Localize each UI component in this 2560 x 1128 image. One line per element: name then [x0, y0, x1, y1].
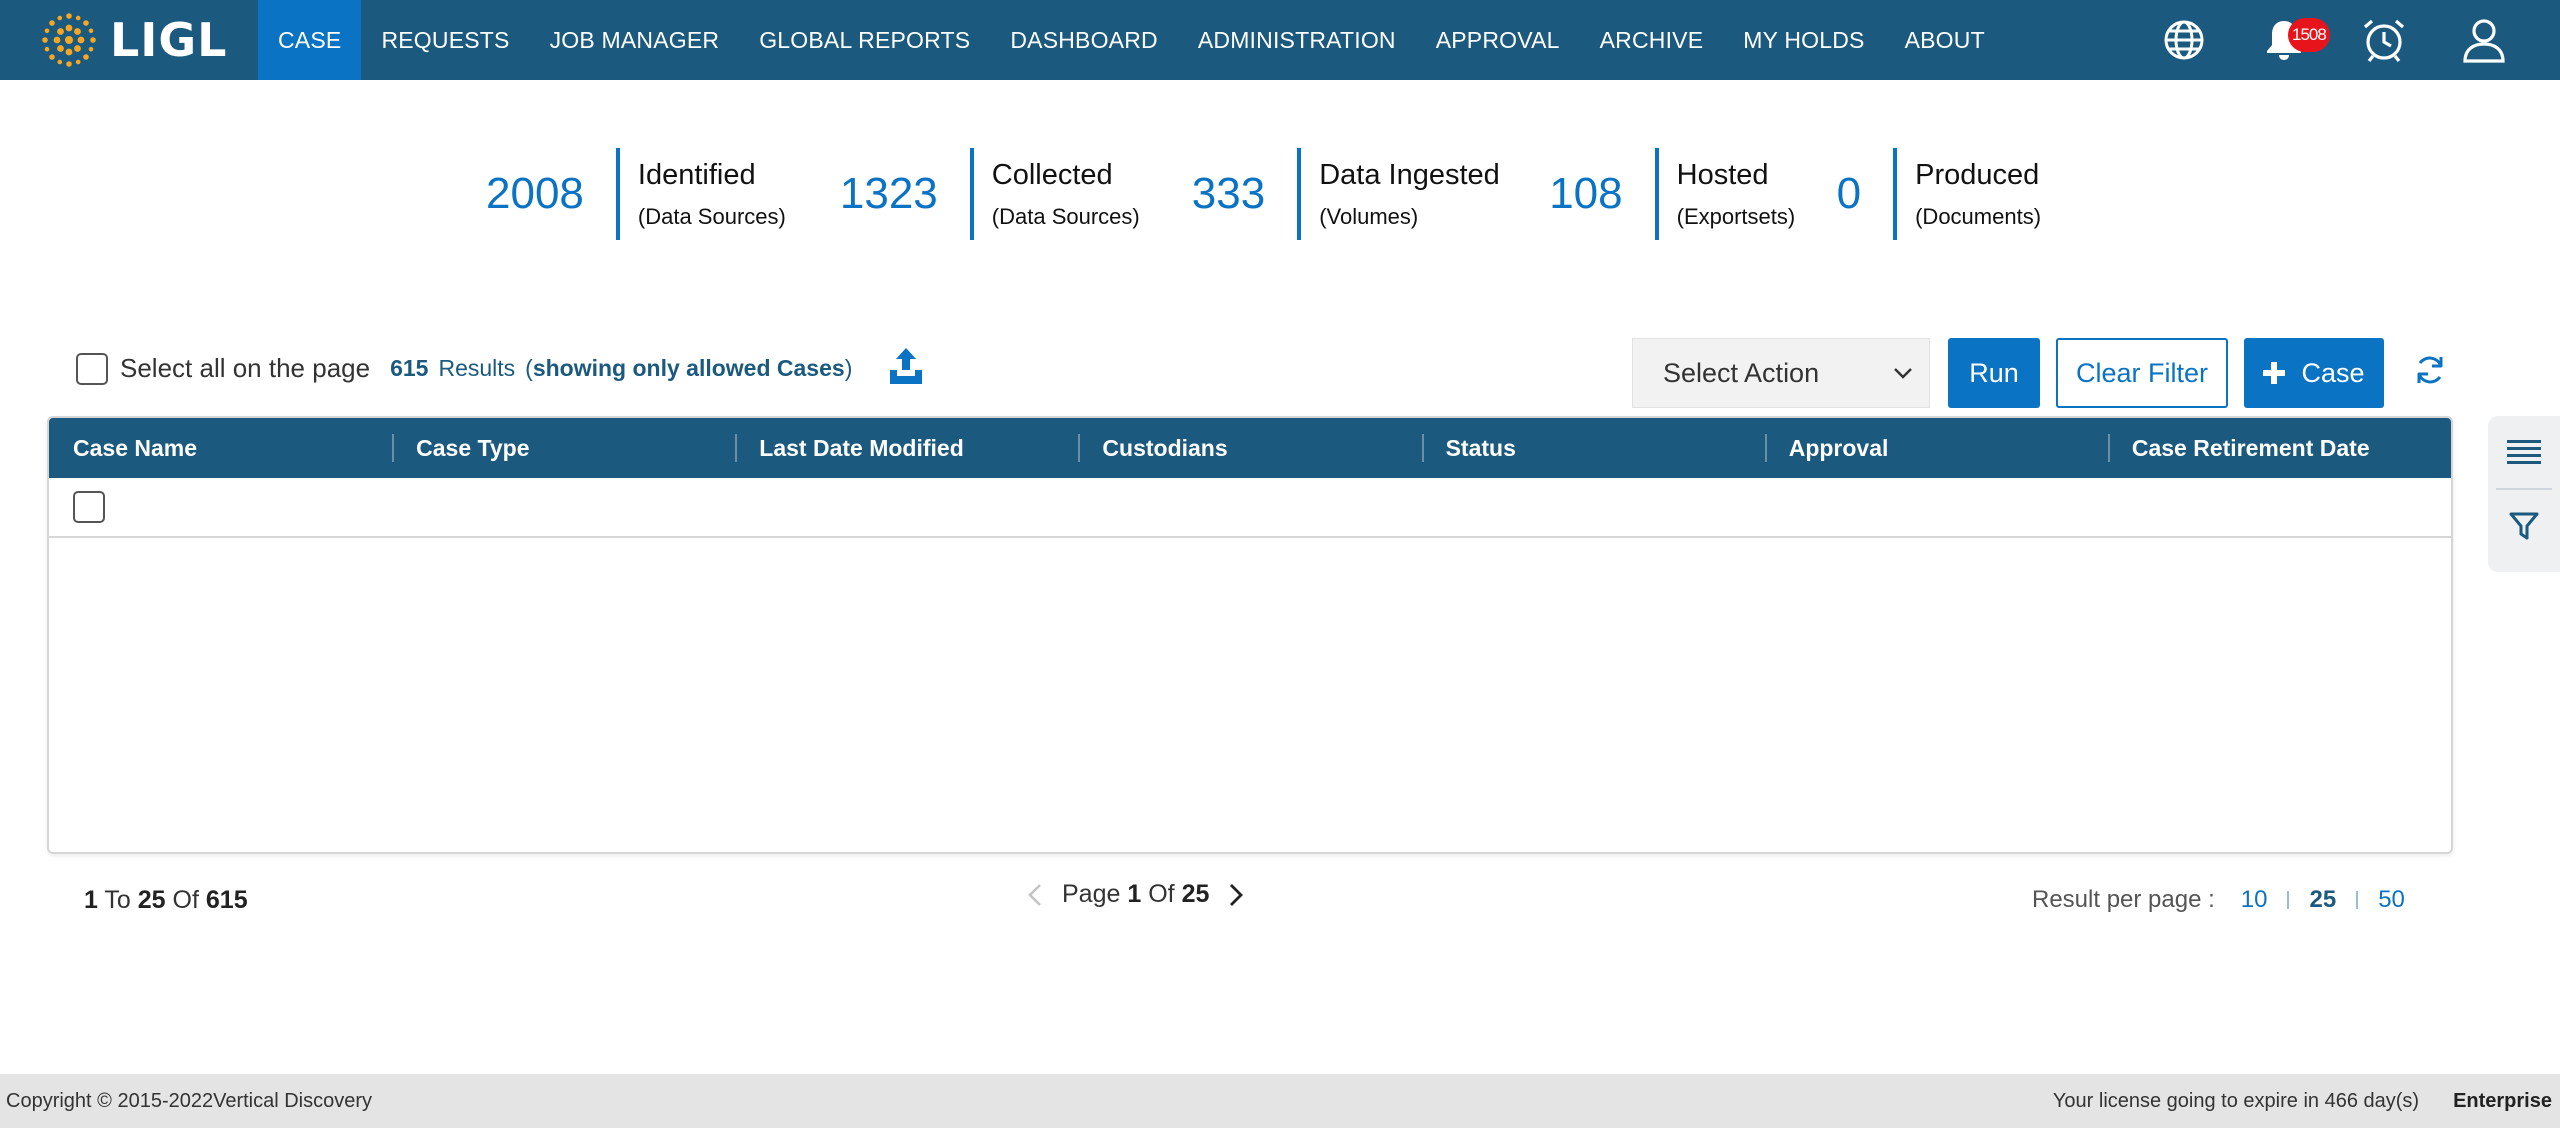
notifications-button[interactable]: 1508: [2234, 0, 2334, 80]
select-action-value: Select Action: [1663, 357, 1820, 388]
stat-value: 0: [1836, 169, 1862, 218]
per-page-option-25[interactable]: 25: [2289, 886, 2356, 914]
stat-label: Collected: [991, 158, 1113, 191]
stat-data-ingested[interactable]: 333 Data Ingested (Volumes): [1192, 148, 1549, 240]
stat-label: Data Ingested: [1319, 158, 1500, 191]
col-approval[interactable]: Approval: [1764, 418, 2108, 478]
nav-global-reports[interactable]: GLOBAL REPORTS: [739, 0, 990, 80]
side-panel: [2488, 416, 2560, 572]
language-button[interactable]: [2134, 0, 2234, 80]
select-action-dropdown[interactable]: Select Action: [1632, 338, 1930, 408]
col-case-retirement-date[interactable]: Case Retirement Date: [2107, 418, 2451, 478]
nav-about[interactable]: ABOUT: [1885, 0, 2005, 80]
stat-label: Identified: [637, 158, 756, 191]
stat-sublabel: (Exportsets): [1676, 203, 1796, 229]
chevron-down-icon: [1894, 368, 1912, 379]
stat-value: 333: [1191, 169, 1266, 218]
alarm-clock-icon: [2363, 19, 2405, 62]
nav-archive[interactable]: ARCHIVE: [1580, 0, 1724, 80]
nav-approval[interactable]: APPROVAL: [1416, 0, 1580, 80]
table-header: Case Name Case Type Last Date Modified C…: [49, 418, 2451, 478]
stat-sublabel: (Data Sources): [637, 203, 786, 229]
row-select-checkbox[interactable]: [73, 491, 105, 523]
nav-icon-group: 1508: [2134, 0, 2560, 80]
nav-dashboard[interactable]: DASHBOARD: [990, 0, 1178, 80]
stat-produced[interactable]: 0 Produced (Documents): [1837, 148, 2041, 240]
table-filter-row: [49, 478, 2451, 538]
results-word: Results: [438, 355, 516, 381]
results-note: (showing only allowed Cases): [525, 355, 853, 381]
range-info: 1 To 25 Of 615: [84, 886, 248, 914]
nav-requests[interactable]: REQUESTS: [361, 0, 529, 80]
export-button[interactable]: [888, 346, 924, 391]
main-nav: CASE REQUESTS JOB MANAGER GLOBAL REPORTS…: [258, 0, 2005, 80]
edition-label: Enterprise: [2453, 1089, 2552, 1112]
per-page-option-50[interactable]: 50: [2358, 886, 2425, 914]
plus-icon: [2263, 362, 2286, 384]
top-navbar: LIGL CASE REQUESTS JOB MANAGER GLOBAL RE…: [0, 0, 2560, 80]
run-button[interactable]: Run: [1948, 338, 2040, 408]
stat-value: 2008: [486, 169, 584, 218]
stat-identified[interactable]: 2008 Identified (Data Sources): [486, 148, 840, 240]
refresh-button[interactable]: [2414, 354, 2446, 391]
per-page-selector: Result per page : 10 25 50: [2032, 886, 2425, 914]
filter-funnel-icon: [2509, 512, 2539, 540]
stat-label: Produced: [1915, 158, 2040, 191]
col-last-date-modified[interactable]: Last Date Modified: [735, 418, 1078, 478]
clear-filter-button[interactable]: Clear Filter: [2056, 338, 2228, 408]
stat-sublabel: (Volumes): [1319, 203, 1419, 229]
nav-my-holds[interactable]: MY HOLDS: [1723, 0, 1884, 80]
copyright-text: Copyright © 2015-2022Vertical Discovery: [6, 1089, 373, 1112]
nav-administration[interactable]: ADMINISTRATION: [1178, 0, 1416, 80]
summary-stats: 2008 Identified (Data Sources) 1323 Coll…: [486, 148, 2041, 240]
globe-icon: [2164, 20, 2204, 60]
sun-logo-icon: [42, 13, 96, 67]
next-page-button[interactable]: [1229, 883, 1244, 907]
ligl-logo[interactable]: LIGL: [0, 0, 258, 80]
alarm-button[interactable]: [2334, 0, 2434, 80]
col-status[interactable]: Status: [1421, 418, 1765, 478]
notification-count-badge: 1508: [2288, 18, 2330, 52]
filter-button[interactable]: [2488, 490, 2560, 562]
stat-value: 108: [1549, 169, 1623, 218]
stat-collected[interactable]: 1323 Collected (Data Sources): [840, 148, 1192, 240]
nav-job-manager[interactable]: JOB MANAGER: [530, 0, 740, 80]
results-toolbar: Select all on the page 615 Results (show…: [76, 346, 924, 391]
refresh-icon: [2417, 356, 2443, 384]
nav-case[interactable]: CASE: [258, 0, 362, 80]
select-all-label: Select all on the page: [120, 353, 371, 383]
menu-lines-icon: [2507, 440, 2541, 464]
user-profile-button[interactable]: [2434, 0, 2534, 80]
col-case-type[interactable]: Case Type: [392, 418, 735, 478]
cases-table: Case Name Case Type Last Date Modified C…: [47, 416, 2453, 854]
per-page-option-10[interactable]: 10: [2221, 886, 2288, 914]
per-page-label: Result per page :: [2032, 886, 2215, 913]
stat-label: Hosted: [1676, 158, 1769, 191]
stat-sublabel: (Data Sources): [991, 203, 1140, 229]
chevron-right-icon: [1230, 883, 1244, 906]
col-custodians[interactable]: Custodians: [1078, 418, 1421, 478]
upload-tray-icon: [890, 348, 923, 384]
add-case-label: Case: [2301, 357, 2365, 388]
pager: Page 1 Of 25: [1028, 880, 1244, 909]
action-toolbar: Select Action Run Clear Filter Case: [1632, 338, 2384, 408]
page-indicator: Page 1 Of 25: [1062, 880, 1210, 908]
stat-hosted[interactable]: 108 Hosted (Exportsets): [1549, 148, 1836, 240]
result-count: 615: [390, 355, 429, 381]
add-case-button[interactable]: Case: [2244, 338, 2384, 408]
stat-value: 1323: [839, 169, 938, 218]
user-icon: [2463, 19, 2505, 63]
footer: Copyright © 2015-2022Vertical Discovery …: [0, 1074, 2560, 1128]
license-expiry-text: Your license going to expire in 466 day(…: [2052, 1089, 2420, 1112]
logo-text: LIGL: [110, 13, 228, 67]
col-case-name[interactable]: Case Name: [49, 418, 392, 478]
select-all-checkbox[interactable]: [76, 352, 108, 385]
columns-button[interactable]: [2488, 416, 2560, 488]
chevron-left-icon: [1028, 883, 1041, 906]
stat-sublabel: (Documents): [1915, 203, 2042, 229]
prev-page-button[interactable]: [1028, 883, 1042, 907]
